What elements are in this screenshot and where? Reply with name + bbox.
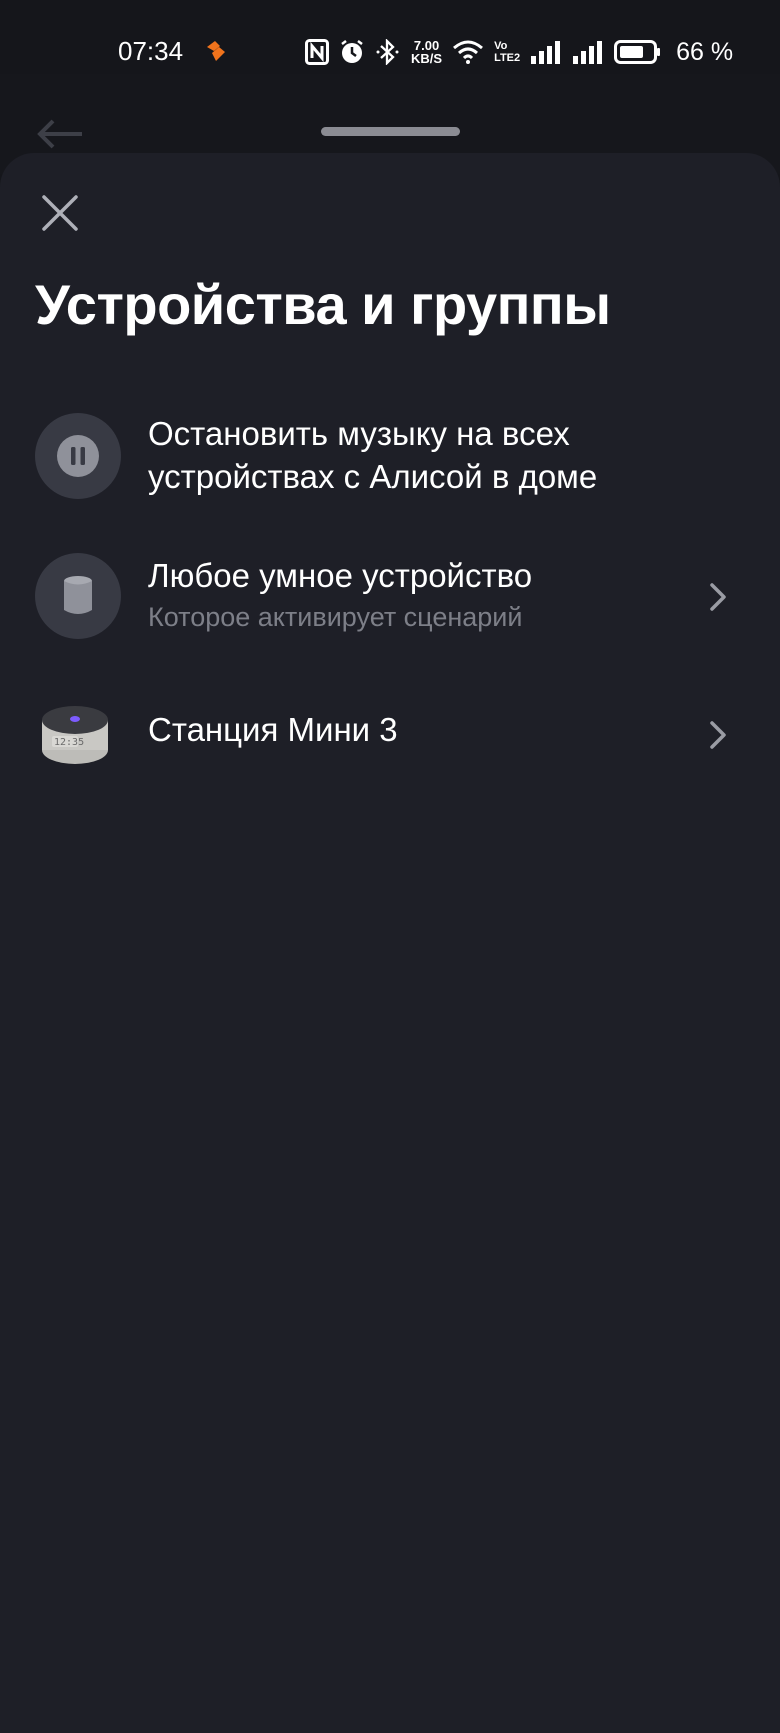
volte-indicator: Vo LTE2 xyxy=(494,40,520,64)
status-bar: 07:34 7.00 KB/S Vo LTE2 66 % xyxy=(0,0,780,74)
close-button[interactable] xyxy=(34,187,86,239)
item-title: Остановить музыку на всех устройствах с … xyxy=(148,415,598,495)
signal-icon-sim1 xyxy=(531,41,561,64)
item-title: Любое умное устройство xyxy=(148,557,533,594)
smart-device-icon xyxy=(64,576,92,614)
battery-icon xyxy=(614,40,661,64)
signal-icon-sim2 xyxy=(573,41,603,64)
net-speed: 7.00 KB/S xyxy=(411,39,442,65)
status-icons: 7.00 KB/S Vo LTE2 66 % xyxy=(305,36,733,68)
bluetooth-icon xyxy=(376,39,399,65)
bottom-sheet xyxy=(0,153,780,1733)
heart-app-icon xyxy=(207,41,225,61)
close-icon xyxy=(42,195,78,231)
item-text: Станция Мини 3 xyxy=(148,708,700,751)
list-item-station-mini-3[interactable]: 12:35 Станция Мини 3 xyxy=(0,694,780,774)
item-icon-container xyxy=(35,413,121,499)
battery-percent: 66 % xyxy=(676,37,734,66)
item-icon-container xyxy=(35,553,121,639)
item-text: Любое умное устройство Которое активируе… xyxy=(148,554,700,635)
item-subtitle: Которое активирует сценарий xyxy=(148,602,523,632)
alarm-icon xyxy=(341,40,363,63)
list-item-any-smart-device[interactable]: Любое умное устройство Которое активируе… xyxy=(0,550,780,640)
net-speed-unit: KB/S xyxy=(411,51,443,66)
chevron-right-icon xyxy=(710,721,726,749)
wifi-icon xyxy=(453,40,484,64)
item-text: Остановить музыку на всех устройствах с … xyxy=(148,412,700,498)
page-title: Устройства и группы xyxy=(35,273,611,336)
pause-icon xyxy=(57,435,99,477)
volte-bottom: LTE2 xyxy=(494,52,521,64)
nfc-icon xyxy=(305,39,329,65)
station-display: 12:35 xyxy=(54,737,84,748)
back-arrow-icon[interactable] xyxy=(36,118,84,150)
volte-top: Vo xyxy=(494,40,508,52)
status-time: 07:34 xyxy=(118,36,184,66)
chevron-right-icon xyxy=(710,583,726,611)
sheet-grabber-handle[interactable] xyxy=(321,127,460,136)
item-title: Станция Мини 3 xyxy=(148,711,398,748)
station-mini-image: 12:35 xyxy=(42,706,108,764)
list-item-stop-music[interactable]: Остановить музыку на всех устройствах с … xyxy=(0,410,780,510)
